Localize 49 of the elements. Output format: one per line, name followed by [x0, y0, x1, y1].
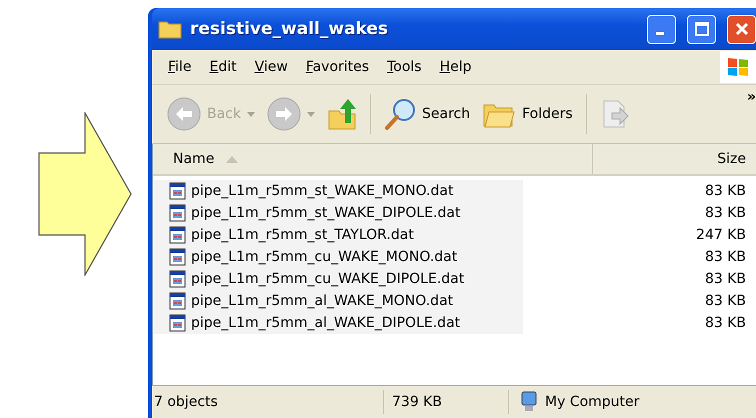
menu-item[interactable]: File	[160, 57, 200, 77]
file-size: 83 KB	[704, 183, 747, 199]
computer-icon	[519, 391, 539, 413]
file-size: 83 KB	[704, 249, 747, 265]
dropdown-caret-icon	[307, 112, 315, 116]
menu-item[interactable]: Favorites	[298, 57, 378, 77]
column-header[interactable]: Name	[153, 144, 593, 174]
zone-label: My Computer	[545, 394, 640, 410]
menu-item[interactable]: View	[246, 57, 296, 77]
folders-button[interactable]: Folders	[479, 95, 576, 133]
file-icon	[169, 314, 187, 332]
window-title: resistive_wall_wakes	[190, 19, 390, 39]
windows-flag-icon	[720, 51, 756, 83]
file-size: 83 KB	[704, 315, 747, 331]
folder-icon	[158, 19, 182, 39]
column-header[interactable]: Size	[593, 144, 756, 174]
minimize-button[interactable]	[647, 14, 676, 44]
object-count: 7 objects	[154, 394, 218, 410]
file-size: 83 KB	[704, 271, 747, 287]
file-icon	[169, 270, 187, 288]
list-row[interactable]: pipe_L1m_r5mm_st_WAKE_MONO.dat	[153, 180, 523, 202]
dropdown-caret-icon	[247, 112, 255, 116]
file-icon	[169, 248, 187, 266]
file-icon	[169, 182, 187, 200]
folder-up-icon	[327, 97, 357, 131]
file-icon	[169, 292, 187, 310]
close-button[interactable]	[727, 14, 756, 44]
file-size: 83 KB	[704, 293, 747, 309]
list-row[interactable]: pipe_L1m_r5mm_st_TAYLOR.dat	[153, 224, 523, 246]
maximize-icon	[694, 21, 710, 37]
list-row[interactable]: pipe_L1m_r5mm_al_WAKE_MONO.dat	[153, 290, 523, 312]
minimize-icon	[656, 32, 664, 34]
total-size: 739 KB	[392, 394, 442, 410]
file-size: 83 KB	[704, 205, 747, 221]
close-icon	[734, 21, 750, 37]
file-icon	[169, 226, 187, 244]
maximize-button[interactable]	[687, 14, 716, 44]
file-size: 247 KB	[695, 227, 747, 243]
search-button[interactable]: Search	[381, 93, 474, 135]
menu-item[interactable]: Tools	[379, 57, 430, 77]
list-row[interactable]: pipe_L1m_r5mm_al_WAKE_DIPOLE.dat	[153, 312, 523, 334]
list-row[interactable]: pipe_L1m_r5mm_cu_WAKE_DIPOLE.dat	[153, 268, 523, 290]
list-row[interactable]: pipe_L1m_r5mm_cu_WAKE_MONO.dat	[153, 246, 523, 268]
file-icon	[169, 204, 187, 222]
menu-item[interactable]: Help	[432, 57, 480, 77]
menu-item[interactable]: Edit	[201, 57, 245, 77]
toolbar-overflow-button[interactable]: »	[746, 89, 756, 105]
list-row[interactable]: pipe_L1m_r5mm_st_WAKE_DIPOLE.dat	[153, 202, 523, 224]
search-icon	[384, 97, 416, 131]
